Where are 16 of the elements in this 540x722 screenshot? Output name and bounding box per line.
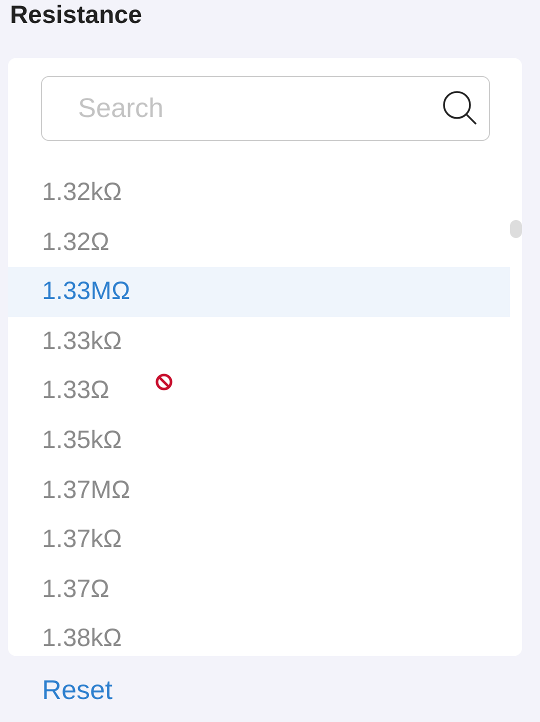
option-item[interactable]: 1.33MΩ — [8, 267, 510, 317]
option-item[interactable]: 1.33Ω — [8, 366, 510, 416]
scrollbar-thumb[interactable] — [510, 220, 522, 238]
option-item[interactable]: 1.37Ω — [8, 564, 510, 614]
search-icon[interactable] — [442, 90, 478, 126]
option-item[interactable]: 1.33kΩ — [8, 316, 510, 366]
option-item[interactable]: 1.38kΩ — [8, 614, 510, 656]
filter-title: Resistance — [10, 0, 142, 30]
option-item[interactable]: 1.32Ω — [8, 218, 510, 268]
option-item[interactable]: 1.35kΩ — [8, 416, 510, 466]
reset-link[interactable]: Reset — [42, 673, 113, 707]
option-item[interactable]: 1.32kΩ — [8, 168, 510, 218]
prohibition-icon — [155, 373, 173, 391]
option-item[interactable]: 1.37kΩ — [8, 515, 510, 565]
option-item[interactable]: 1.37MΩ — [8, 466, 510, 516]
search-field[interactable]: Search — [41, 76, 490, 141]
